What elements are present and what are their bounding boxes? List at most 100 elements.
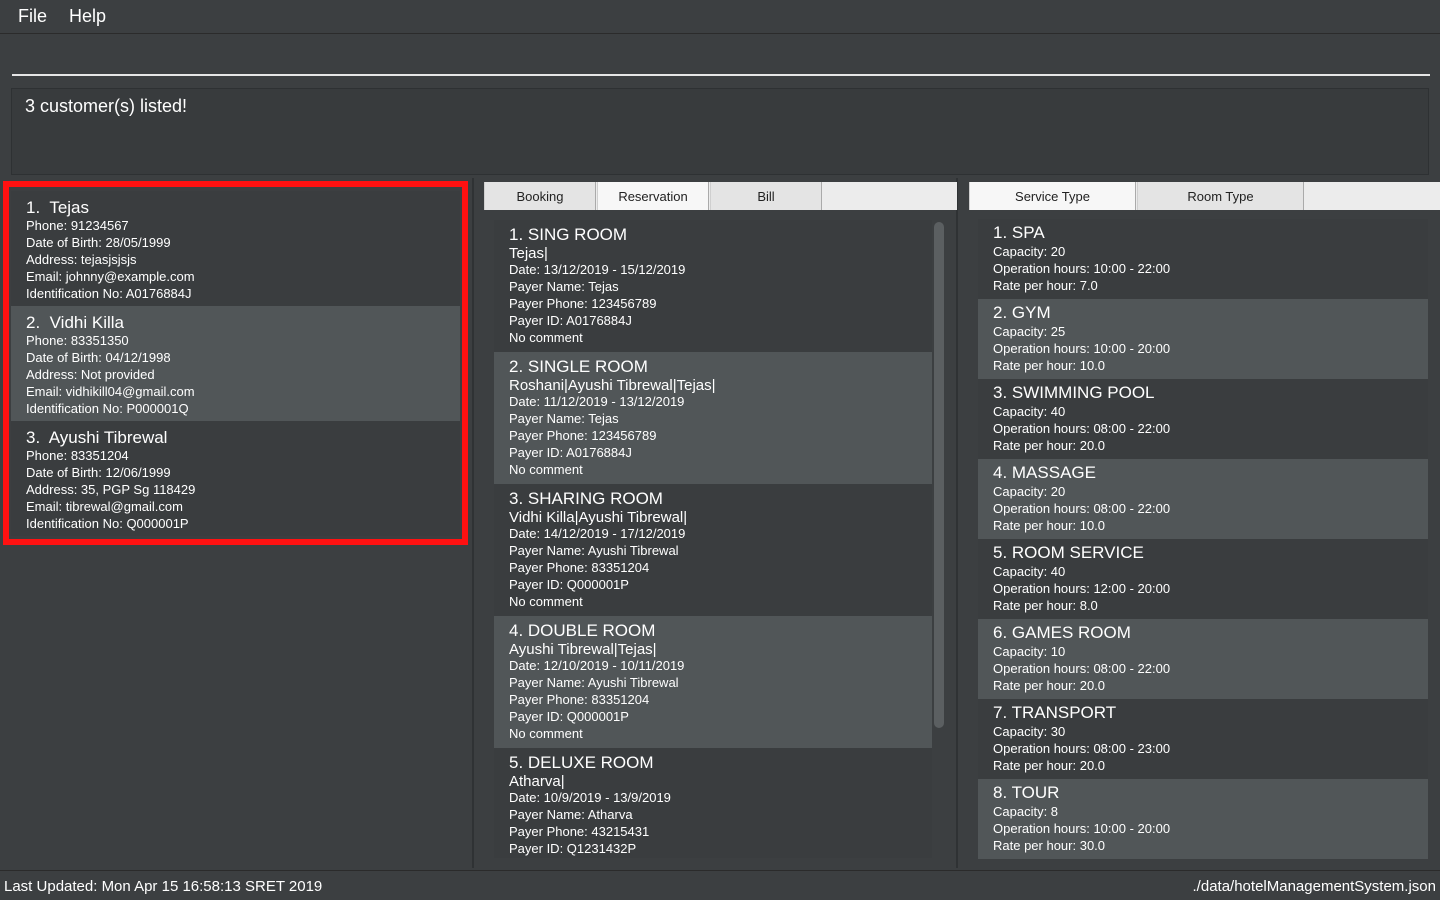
reservation-date: Date: 11/12/2019 - 13/12/2019 bbox=[509, 394, 685, 409]
service-capacity: Capacity: 20 bbox=[993, 484, 1066, 499]
customer-email: Email: johnny@example.com bbox=[26, 269, 195, 284]
service-card[interactable]: 5. ROOM SERVICE Capacity: 40 Operation h… bbox=[978, 539, 1428, 619]
reservation-card[interactable]: 5. DELUXE ROOM Atharva| Date: 10/9/2019 … bbox=[494, 748, 932, 858]
menu-file[interactable]: File bbox=[18, 6, 47, 27]
service-hours: Operation hours: 08:00 - 23:00 bbox=[993, 741, 1171, 756]
service-capacity: Capacity: 20 bbox=[993, 244, 1066, 259]
menu-bar: File Help bbox=[0, 0, 1440, 34]
reservation-scrollbar[interactable] bbox=[934, 222, 944, 728]
reservation-room: 5. DELUXE ROOM bbox=[509, 753, 654, 772]
tab-room-type[interactable]: Room Type bbox=[1137, 182, 1304, 210]
middle-tab-bar: Booking Reservation Bill bbox=[484, 182, 957, 210]
customer-dob: Date of Birth: 04/12/1998 bbox=[26, 350, 171, 365]
reservation-payer-id: Payer ID: Q1231432P bbox=[509, 841, 637, 856]
service-rate: Rate per hour: 10.0 bbox=[993, 518, 1106, 533]
reservation-payer-name: Payer Name: Ayushi Tibrewal bbox=[509, 543, 679, 558]
service-name: 8. TOUR bbox=[993, 783, 1060, 802]
reservation-payer-phone: Payer Phone: 83351204 bbox=[509, 560, 650, 575]
tab-reservation[interactable]: Reservation bbox=[597, 182, 709, 210]
reservation-card[interactable]: 1. SING ROOM Tejas| Date: 13/12/2019 - 1… bbox=[494, 220, 932, 352]
command-input[interactable] bbox=[12, 40, 1430, 76]
service-rate: Rate per hour: 20.0 bbox=[993, 678, 1106, 693]
service-card[interactable]: 3. SWIMMING POOL Capacity: 40 Operation … bbox=[978, 379, 1428, 459]
right-tab-bar: Service Type Room Type bbox=[969, 182, 1440, 210]
service-name: 3. SWIMMING POOL bbox=[993, 383, 1155, 402]
service-card[interactable]: 6. GAMES ROOM Capacity: 10 Operation hou… bbox=[978, 619, 1428, 699]
customer-phone: Phone: 91234567 bbox=[26, 218, 129, 233]
reservation-comment: No comment bbox=[509, 330, 583, 345]
customer-email: Email: vidhikill04@gmail.com bbox=[26, 384, 195, 399]
customer-card[interactable]: 2. Vidhi Killa Phone: 83351350 Date of B… bbox=[11, 306, 460, 421]
service-capacity: Capacity: 30 bbox=[993, 724, 1066, 739]
service-name: 4. MASSAGE bbox=[993, 463, 1096, 482]
reservation-guests: Tejas| bbox=[509, 245, 548, 262]
service-rate: Rate per hour: 8.0 bbox=[993, 598, 1098, 613]
service-card[interactable]: 4. MASSAGE Capacity: 20 Operation hours:… bbox=[978, 459, 1428, 539]
service-rate: Rate per hour: 20.0 bbox=[993, 758, 1106, 773]
customer-id: Identification No: Q000001P bbox=[26, 516, 189, 531]
customer-id: Identification No: P000001Q bbox=[26, 401, 189, 416]
reservation-date: Date: 12/10/2019 - 10/11/2019 bbox=[509, 658, 685, 673]
status-bar: Last Updated: Mon Apr 15 16:58:13 SRET 2… bbox=[0, 870, 1440, 900]
service-name: 5. ROOM SERVICE bbox=[993, 543, 1144, 562]
service-card[interactable]: 8. TOUR Capacity: 8 Operation hours: 10:… bbox=[978, 779, 1428, 859]
customer-list-panel: 1. Tejas Phone: 91234567 Date of Birth: … bbox=[0, 178, 472, 868]
customer-dob: Date of Birth: 12/06/1999 bbox=[26, 465, 171, 480]
service-list[interactable]: 1. SPA Capacity: 20 Operation hours: 10:… bbox=[978, 219, 1428, 859]
reservation-guests: Atharva| bbox=[509, 773, 565, 790]
panel-divider[interactable] bbox=[956, 178, 958, 868]
service-capacity: Capacity: 40 bbox=[993, 564, 1066, 579]
save-location-status: ./data/hotelManagementSystem.json bbox=[1192, 878, 1436, 895]
tab-service-type[interactable]: Service Type bbox=[969, 182, 1136, 210]
result-message: 3 customer(s) listed! bbox=[25, 96, 188, 116]
service-rate: Rate per hour: 7.0 bbox=[993, 278, 1098, 293]
result-display: 3 customer(s) listed! bbox=[11, 88, 1429, 175]
service-card[interactable]: 7. TRANSPORT Capacity: 30 Operation hour… bbox=[978, 699, 1428, 779]
reservation-list[interactable]: 1. SING ROOM Tejas| Date: 13/12/2019 - 1… bbox=[494, 220, 932, 858]
reservation-payer-name: Payer Name: Tejas bbox=[509, 279, 619, 294]
reservation-payer-id: Payer ID: A0176884J bbox=[509, 313, 632, 328]
reservation-payer-name: Payer Name: Ayushi Tibrewal bbox=[509, 675, 679, 690]
reservation-card[interactable]: 4. DOUBLE ROOM Ayushi Tibrewal|Tejas| Da… bbox=[494, 616, 932, 748]
reservation-payer-id: Payer ID: Q000001P bbox=[509, 577, 629, 592]
tab-bill[interactable]: Bill bbox=[710, 182, 822, 210]
service-capacity: Capacity: 10 bbox=[993, 644, 1066, 659]
last-updated-status: Last Updated: Mon Apr 15 16:58:13 SRET 2… bbox=[4, 878, 323, 895]
reservation-payer-id: Payer ID: Q000001P bbox=[509, 709, 629, 724]
reservation-comment: No comment bbox=[509, 462, 583, 477]
reservation-date: Date: 13/12/2019 - 15/12/2019 bbox=[509, 262, 686, 277]
tab-booking[interactable]: Booking bbox=[484, 182, 596, 210]
service-name: 1. SPA bbox=[993, 223, 1045, 242]
reservation-guests: Roshani|Ayushi Tibrewal|Tejas| bbox=[509, 377, 716, 394]
service-rate: Rate per hour: 30.0 bbox=[993, 838, 1106, 853]
customer-card[interactable]: 3. Ayushi Tibrewal Phone: 83351204 Date … bbox=[11, 421, 460, 536]
reservation-payer-name: Payer Name: Tejas bbox=[509, 411, 619, 426]
reservation-payer-id: Payer ID: A0176884J bbox=[509, 445, 632, 460]
service-capacity: Capacity: 25 bbox=[993, 324, 1066, 339]
service-rate: Rate per hour: 10.0 bbox=[993, 358, 1106, 373]
customer-card[interactable]: 1. Tejas Phone: 91234567 Date of Birth: … bbox=[11, 191, 460, 306]
reservation-guests: Ayushi Tibrewal|Tejas| bbox=[509, 641, 657, 658]
service-card[interactable]: 2. GYM Capacity: 25 Operation hours: 10:… bbox=[978, 299, 1428, 379]
reservation-payer-name: Payer Name: Atharva bbox=[509, 807, 633, 822]
service-name: 2. GYM bbox=[993, 303, 1051, 322]
customer-phone: Phone: 83351350 bbox=[26, 333, 129, 348]
menu-help[interactable]: Help bbox=[69, 6, 106, 27]
reservation-room: 4. DOUBLE ROOM bbox=[509, 621, 656, 640]
reservation-date: Date: 14/12/2019 - 17/12/2019 bbox=[509, 526, 686, 541]
service-hours: Operation hours: 08:00 - 22:00 bbox=[993, 421, 1171, 436]
reservation-card[interactable]: 3. SHARING ROOM Vidhi Killa|Ayushi Tibre… bbox=[494, 484, 932, 616]
service-card[interactable]: 1. SPA Capacity: 20 Operation hours: 10:… bbox=[978, 219, 1428, 299]
customer-address: Address: Not provided bbox=[26, 367, 155, 382]
service-hours: Operation hours: 08:00 - 22:00 bbox=[993, 661, 1171, 676]
service-rate: Rate per hour: 20.0 bbox=[993, 438, 1106, 453]
reservation-card[interactable]: 2. SINGLE ROOM Roshani|Ayushi Tibrewal|T… bbox=[494, 352, 932, 484]
panel-divider[interactable] bbox=[472, 178, 474, 868]
service-capacity: Capacity: 8 bbox=[993, 804, 1059, 819]
reservation-comment: No comment bbox=[509, 594, 583, 609]
reservation-room: 3. SHARING ROOM bbox=[509, 489, 663, 508]
service-hours: Operation hours: 12:00 - 20:00 bbox=[993, 581, 1171, 596]
reservation-date: Date: 10/9/2019 - 13/9/2019 bbox=[509, 790, 671, 805]
reservation-guests: Vidhi Killa|Ayushi Tibrewal| bbox=[509, 509, 688, 526]
customer-name: 2. Vidhi Killa bbox=[26, 313, 124, 332]
